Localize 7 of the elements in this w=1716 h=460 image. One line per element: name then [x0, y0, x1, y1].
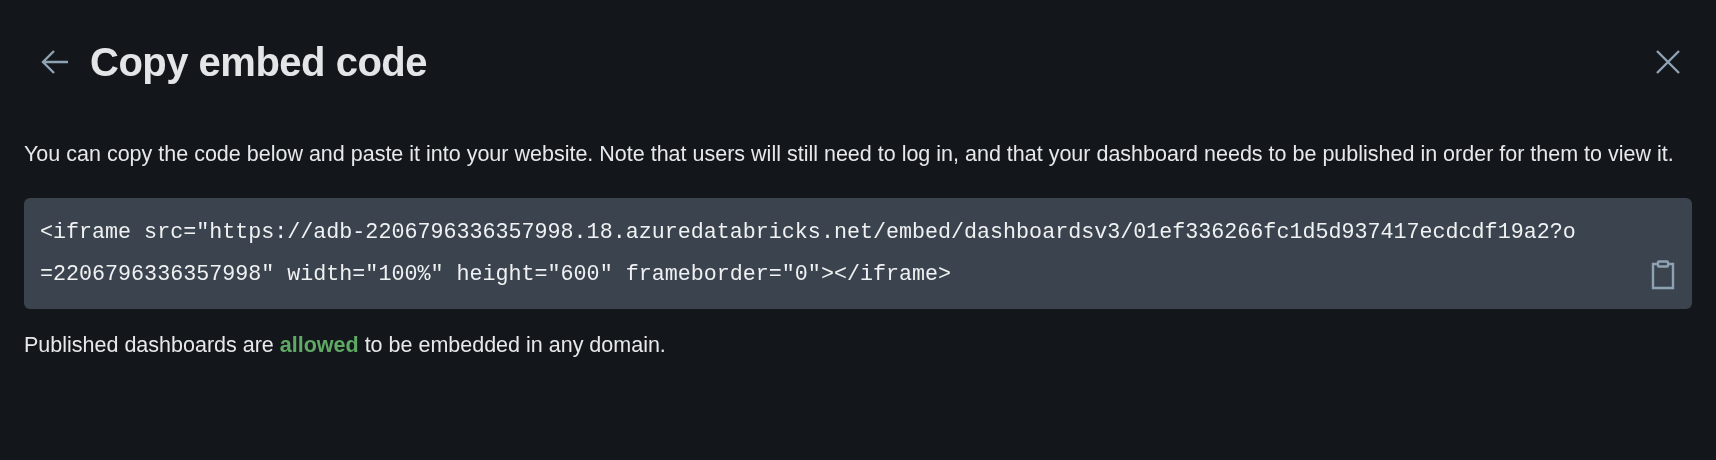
description-text: You can copy the code below and paste it into your website. Note that users will still need to log in, and that your dashboard needs to be published in order for them to view it.	[24, 141, 1675, 168]
embed-note: Published dashboards are allowed to be embedded in any domain.	[24, 331, 667, 359]
dialog-title: Copy embed code	[90, 39, 428, 85]
back-arrow-icon[interactable]	[40, 48, 70, 76]
close-icon[interactable]	[1654, 48, 1682, 76]
embed-code: <iframe src="https://adb-2206796336357998.18.azuredatabricks.net/embed/dashboardsv3/01ef336266fc1d5d937417ecdcdf19a2?o=2206796336357998" width="100%" height="600" frameborder="0"></iframe>	[40, 218, 1576, 289]
clipboard-icon[interactable]	[1650, 259, 1676, 290]
